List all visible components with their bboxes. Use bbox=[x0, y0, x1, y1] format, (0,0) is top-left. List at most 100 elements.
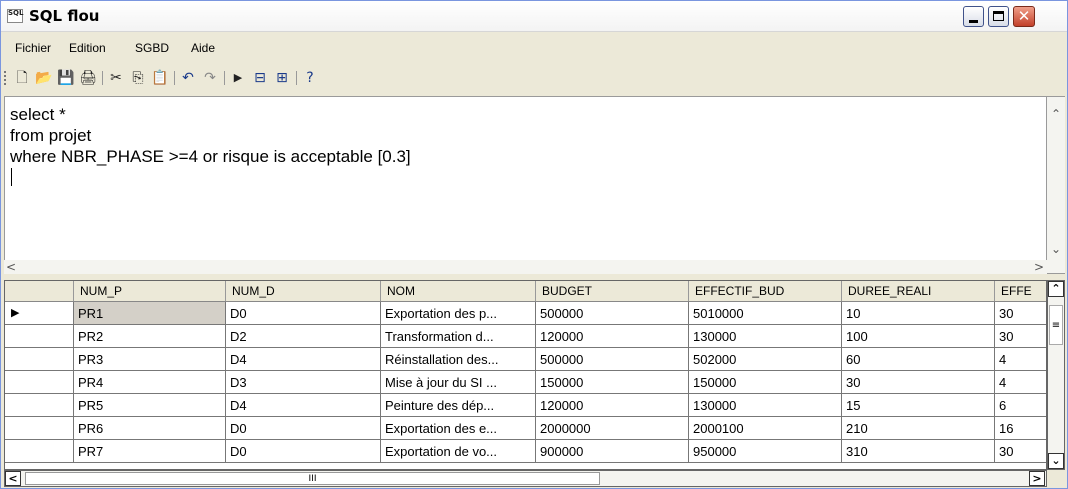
table-row[interactable]: PR5 D4 Peinture des dép... 120000 130000 15 6 bbox=[5, 394, 1046, 417]
table-cell[interactable]: 900000 bbox=[535, 440, 688, 463]
scroll-down-icon[interactable]: ⌄ bbox=[1051, 242, 1061, 256]
column-header[interactable]: NUM_P bbox=[73, 281, 225, 301]
table-cell[interactable]: Exportation de vo... bbox=[380, 440, 535, 463]
table-cell[interactable]: Peinture des dép... bbox=[380, 394, 535, 417]
table-cell[interactable]: 30 bbox=[994, 325, 1046, 348]
table-cell[interactable]: 10 bbox=[841, 302, 994, 325]
table-cell[interactable]: Mise à jour du SI ... bbox=[380, 371, 535, 394]
redo-icon[interactable]: ↷ bbox=[201, 69, 219, 87]
table-cell[interactable]: 130000 bbox=[688, 325, 841, 348]
title-bar[interactable]: SQL SQL flou ✕ bbox=[1, 1, 1067, 32]
table-cell[interactable]: PR1 bbox=[73, 302, 225, 325]
save-icon[interactable]: 💾 bbox=[57, 69, 75, 87]
column-header[interactable]: NOM bbox=[380, 281, 535, 301]
table-cell[interactable]: 5010000 bbox=[688, 302, 841, 325]
import-icon[interactable]: ⊟ bbox=[251, 69, 269, 87]
row-indicator[interactable]: ▶ bbox=[5, 302, 73, 325]
export-icon[interactable]: ⊞ bbox=[273, 69, 291, 87]
table-cell[interactable]: D3 bbox=[225, 371, 380, 394]
table-cell[interactable]: 15 bbox=[841, 394, 994, 417]
table-row[interactable]: PR2 D2 Transformation d... 120000 130000 100 3… bbox=[5, 325, 1046, 348]
table-cell[interactable]: 310 bbox=[841, 440, 994, 463]
scroll-down-icon[interactable]: ⌄ bbox=[1048, 453, 1064, 469]
maximize-button[interactable] bbox=[988, 6, 1009, 27]
copy-icon[interactable]: ⎘ bbox=[129, 69, 147, 87]
table-cell[interactable]: 30 bbox=[994, 302, 1046, 325]
table-cell[interactable]: 120000 bbox=[535, 325, 688, 348]
table-cell[interactable]: 2000100 bbox=[688, 417, 841, 440]
table-row[interactable]: PR7 D0 Exportation de vo... 900000 950000 310… bbox=[5, 440, 1046, 463]
toolbar-grip[interactable] bbox=[4, 71, 9, 85]
table-cell[interactable]: 500000 bbox=[535, 302, 688, 325]
table-row[interactable]: ▶ PR1 D0 Exportation des p... 500000 5010000 1… bbox=[5, 302, 1046, 325]
table-cell[interactable]: 150000 bbox=[535, 371, 688, 394]
table-cell[interactable]: D2 bbox=[225, 325, 380, 348]
table-cell[interactable]: D0 bbox=[225, 302, 380, 325]
close-button[interactable]: ✕ bbox=[1013, 6, 1035, 27]
table-cell[interactable]: D0 bbox=[225, 440, 380, 463]
open-icon[interactable]: 📂 bbox=[35, 69, 53, 87]
column-header[interactable]: EFFE bbox=[994, 281, 1046, 301]
scroll-left-icon[interactable]: < bbox=[6, 260, 16, 274]
table-cell[interactable]: 30 bbox=[994, 440, 1046, 463]
menu-edition[interactable]: Edition bbox=[69, 41, 106, 55]
table-row[interactable]: PR6 D0 Exportation des e... 2000000 2000100 2… bbox=[5, 417, 1046, 440]
table-cell[interactable]: 4 bbox=[994, 348, 1046, 371]
table-cell[interactable]: Réinstallation des... bbox=[380, 348, 535, 371]
grid-horizontal-scrollbar[interactable]: < III > bbox=[4, 470, 1047, 487]
table-cell[interactable]: 6 bbox=[994, 394, 1046, 417]
table-cell[interactable]: 130000 bbox=[688, 394, 841, 417]
row-indicator[interactable] bbox=[5, 394, 73, 417]
scroll-left-icon[interactable]: < bbox=[5, 471, 21, 486]
scroll-up-icon[interactable]: ⌃ bbox=[1048, 281, 1064, 297]
table-cell[interactable]: Exportation des p... bbox=[380, 302, 535, 325]
row-indicator[interactable] bbox=[5, 417, 73, 440]
table-row[interactable]: PR4 D3 Mise à jour du SI ... 150000 150000 30… bbox=[5, 371, 1046, 394]
table-cell[interactable]: PR3 bbox=[73, 348, 225, 371]
run-icon[interactable]: ▶ bbox=[229, 69, 247, 87]
scroll-thumb[interactable]: III bbox=[25, 472, 600, 485]
column-header[interactable]: NUM_D bbox=[225, 281, 380, 301]
new-icon[interactable]: 🗋 bbox=[13, 69, 31, 87]
cut-icon[interactable]: ✂ bbox=[107, 69, 125, 87]
table-row[interactable]: PR3 D4 Réinstallation des... 500000 502000 60… bbox=[5, 348, 1046, 371]
table-cell[interactable]: Exportation des e... bbox=[380, 417, 535, 440]
scroll-up-icon[interactable]: ⌃ bbox=[1051, 107, 1061, 121]
row-indicator[interactable] bbox=[5, 371, 73, 394]
scroll-right-icon[interactable]: > bbox=[1029, 471, 1045, 486]
grid-vertical-scrollbar[interactable]: ⌃ ≡ ⌄ bbox=[1047, 280, 1065, 470]
menu-fichier[interactable]: Fichier bbox=[15, 41, 51, 55]
row-indicator[interactable] bbox=[5, 348, 73, 371]
table-cell[interactable]: D0 bbox=[225, 417, 380, 440]
table-cell[interactable]: D4 bbox=[225, 348, 380, 371]
scroll-right-icon[interactable]: > bbox=[1034, 260, 1044, 274]
table-cell[interactable]: PR7 bbox=[73, 440, 225, 463]
print-icon[interactable]: 🖨 bbox=[79, 69, 97, 87]
sql-editor[interactable]: select * from projet where NBR_PHASE >=4… bbox=[4, 96, 1047, 274]
table-cell[interactable]: 2000000 bbox=[535, 417, 688, 440]
table-cell[interactable]: 210 bbox=[841, 417, 994, 440]
scroll-thumb[interactable]: ≡ bbox=[1049, 305, 1063, 345]
table-cell[interactable]: 500000 bbox=[535, 348, 688, 371]
table-cell[interactable]: 30 bbox=[841, 371, 994, 394]
table-cell[interactable]: 502000 bbox=[688, 348, 841, 371]
table-cell[interactable]: PR2 bbox=[73, 325, 225, 348]
menu-aide[interactable]: Aide bbox=[191, 41, 215, 55]
table-cell[interactable]: 100 bbox=[841, 325, 994, 348]
table-cell[interactable]: PR6 bbox=[73, 417, 225, 440]
row-indicator[interactable] bbox=[5, 325, 73, 348]
help-icon[interactable]: ? bbox=[301, 69, 319, 87]
editor-horizontal-scrollbar[interactable]: < > bbox=[4, 260, 1047, 274]
paste-icon[interactable]: 📋 bbox=[151, 69, 169, 87]
menu-sgbd[interactable]: SGBD bbox=[135, 41, 169, 55]
table-cell[interactable]: 120000 bbox=[535, 394, 688, 417]
table-cell[interactable]: 4 bbox=[994, 371, 1046, 394]
undo-icon[interactable]: ↶ bbox=[179, 69, 197, 87]
table-cell[interactable]: 16 bbox=[994, 417, 1046, 440]
table-cell[interactable]: 950000 bbox=[688, 440, 841, 463]
table-cell[interactable]: 150000 bbox=[688, 371, 841, 394]
column-header[interactable]: DUREE_REALI bbox=[841, 281, 994, 301]
column-header[interactable]: EFFECTIF_BUD bbox=[688, 281, 841, 301]
row-indicator[interactable] bbox=[5, 440, 73, 463]
editor-vertical-scrollbar[interactable]: ⌃ ⌄ bbox=[1047, 96, 1065, 274]
